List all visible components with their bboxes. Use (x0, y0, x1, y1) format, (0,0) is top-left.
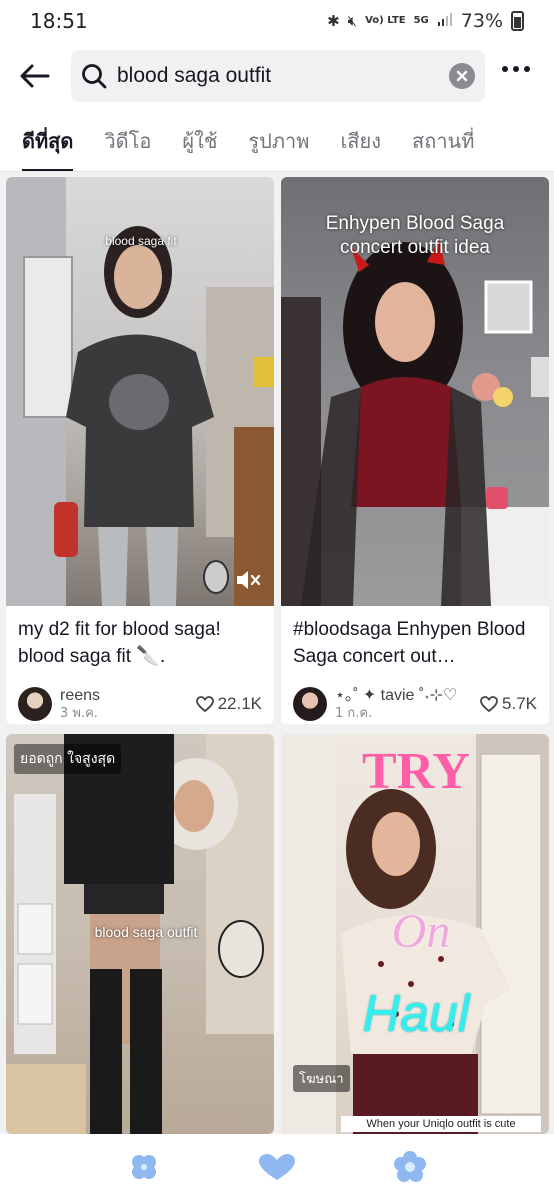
video-caption[interactable]: my d2 fit for blood saga! blood saga fit… (6, 606, 274, 680)
flower-icon[interactable] (393, 1150, 427, 1184)
tab-users[interactable]: ผู้ใช้ (182, 110, 217, 171)
like-count: 5.7K (480, 694, 537, 714)
post-date: 1 ก.ค. (335, 705, 373, 721)
post-date: 3 พ.ค. (60, 705, 98, 721)
like-count: 22.1K (195, 694, 262, 714)
clear-search-button[interactable] (449, 63, 475, 89)
dot (524, 66, 530, 72)
result-card[interactable]: ยอดถูก ใจสูงสุด blood saga outfit (6, 734, 274, 1134)
status-bar: 18:51 ✱ 🔇︎ Vo) LTE 5G 73% (0, 0, 554, 42)
thumbnail-overlay-text: blood saga outfit (94, 924, 198, 940)
video-thumbnail[interactable]: blood saga fit (6, 177, 274, 606)
video-meta: reens 3 พ.ค. 22.1K (6, 680, 274, 724)
clover-icon[interactable] (127, 1150, 161, 1184)
video-thumbnail[interactable]: TRY On Haul โฆษณา When your Uniqlo outfi… (281, 734, 549, 1134)
tab-top[interactable]: ดีที่สุด (22, 110, 74, 171)
search-header: blood saga outfit (0, 42, 554, 110)
tab-places[interactable]: สถานที่ (412, 110, 474, 171)
video-caption[interactable]: #bloodsaga Enhypen Blood Saga concert ou… (281, 606, 549, 680)
author-name[interactable]: reens (60, 686, 100, 705)
thumbnail-bottom-text: When your Uniqlo outfit is cute (341, 1116, 541, 1132)
video-thumbnail[interactable]: Enhypen Blood Saga concert outfit idea (281, 177, 549, 606)
dot (502, 66, 508, 72)
search-icon (82, 64, 107, 89)
heart-icon[interactable] (256, 1152, 298, 1182)
haul-overlay-text: Haul (362, 985, 470, 1043)
5g-indicator: 5G (413, 15, 429, 26)
result-card[interactable]: TRY On Haul โฆษณา When your Uniqlo outfi… (281, 734, 549, 1134)
status-time: 18:51 (30, 9, 88, 33)
heart-icon (195, 696, 214, 712)
most-liked-badge: ยอดถูก ใจสูงสุด (14, 744, 122, 774)
thumbnail-overlay-text: Enhypen Blood Saga concert outfit idea (325, 213, 505, 258)
bottom-nav (0, 1134, 554, 1200)
result-card[interactable]: Enhypen Blood Saga concert outfit idea #… (281, 177, 549, 724)
close-icon (456, 70, 468, 82)
mute-icon: 🔇︎ (347, 12, 358, 30)
bluetooth-icon: ✱ (327, 12, 340, 30)
thumbnail-overlay-text: blood saga fit (105, 234, 177, 248)
dot (513, 66, 519, 72)
try-overlay-text: TRY (362, 743, 470, 800)
author-name[interactable]: ⋆｡˚ ✦ tavie ˚˖⊹♡ (335, 686, 457, 705)
battery-icon (511, 11, 524, 31)
video-meta: ⋆｡˚ ✦ tavie ˚˖⊹♡ 1 ก.ค. 5.7K (281, 680, 549, 724)
ad-badge: โฆษณา (293, 1065, 350, 1092)
avatar[interactable] (293, 687, 327, 721)
video-thumbnail[interactable]: ยอดถูก ใจสูงสุด blood saga outfit (6, 734, 274, 1134)
avatar[interactable] (18, 687, 52, 721)
search-input[interactable]: blood saga outfit (71, 50, 485, 102)
on-overlay-text: On (391, 905, 451, 958)
search-query[interactable]: blood saga outfit (117, 64, 449, 88)
battery-level: 73% (460, 10, 503, 32)
tab-videos[interactable]: วิดีโอ (104, 110, 151, 171)
muted-icon[interactable] (234, 568, 262, 592)
status-icons: ✱ 🔇︎ Vo) LTE 5G 73% (327, 10, 524, 32)
like-count-value: 5.7K (502, 694, 537, 713)
back-arrow-icon (20, 64, 50, 88)
back-button[interactable] (0, 42, 70, 110)
more-options-button[interactable] (502, 66, 530, 72)
like-count-value: 22.1K (217, 694, 262, 713)
search-tabs: ดีที่สุด วิดีโอ ผู้ใช้ รูปภาพ เสียง สถาน… (0, 110, 554, 172)
tab-sounds[interactable]: เสียง (340, 110, 381, 171)
result-card[interactable]: blood saga fit my d2 fit for blood saga!… (6, 177, 274, 724)
volte-indicator: Vo) LTE (365, 15, 406, 26)
signal-icon (437, 11, 453, 31)
tab-photos[interactable]: รูปภาพ (248, 110, 309, 171)
heart-icon (480, 696, 498, 712)
